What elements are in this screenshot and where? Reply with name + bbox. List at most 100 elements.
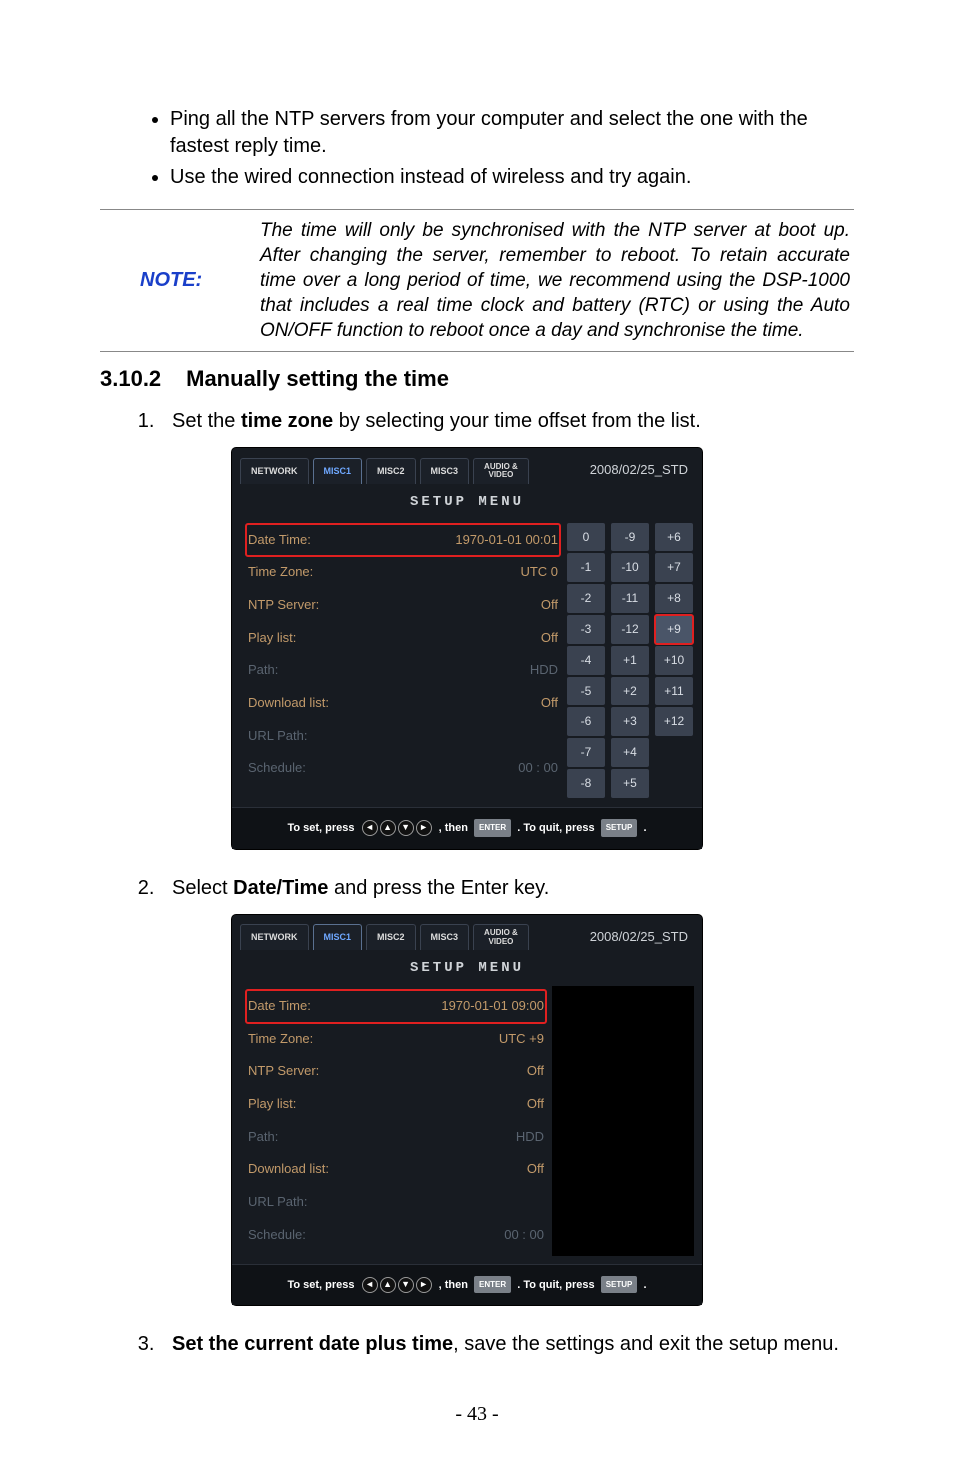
keycap-setup: SETUP: [601, 819, 638, 836]
tab-audio-video[interactable]: AUDIO & VIDEO: [473, 924, 529, 950]
row-ntp-server[interactable]: NTP Server: Off: [246, 589, 560, 622]
row-time-zone[interactable]: Time Zone: UTC +9: [246, 1023, 546, 1056]
row-value: Off: [527, 1059, 544, 1084]
row-date-time[interactable]: Date Time: 1970-01-01 00:01: [246, 524, 560, 557]
row-value: 1970-01-01 00:01: [455, 528, 558, 553]
tz-option[interactable]: -10: [611, 553, 649, 582]
help-bar: To set, press ◄ ▲ ▼ ► , then ENTER . To …: [232, 807, 702, 849]
section-heading: 3.10.2 Manually setting the time: [100, 366, 854, 392]
tab-network[interactable]: NETWORK: [240, 458, 309, 484]
tz-option[interactable]: -8: [567, 769, 605, 798]
bullet-list: Ping all the NTP servers from your compu…: [100, 106, 854, 191]
header-timestamp: 2008/02/25_STD: [584, 921, 694, 954]
step-2: Select Date/Time and press the Enter key…: [160, 869, 854, 1306]
row-time-zone[interactable]: Time Zone:UTC 0: [246, 556, 560, 589]
tz-option[interactable]: +2: [611, 677, 649, 706]
help-text: . To quit, press: [517, 822, 594, 834]
row-play-list[interactable]: Play list:Off: [246, 622, 560, 655]
row-schedule: Schedule:00 : 00: [246, 1219, 546, 1252]
tab-misc1[interactable]: MISC1: [313, 458, 363, 484]
step-text: by selecting your time offset from the l…: [333, 410, 701, 432]
row-value: HDD: [516, 1125, 544, 1150]
tz-option[interactable]: +3: [611, 707, 649, 736]
note-label: NOTE:: [100, 218, 260, 343]
tz-option[interactable]: 0: [567, 523, 605, 552]
tz-option[interactable]: +1: [611, 646, 649, 675]
tab-misc3[interactable]: MISC3: [420, 924, 470, 950]
row-label: NTP Server:: [248, 1059, 319, 1084]
tab-misc2[interactable]: MISC2: [366, 458, 416, 484]
row-label: Time Zone:: [248, 560, 313, 585]
row-download-list[interactable]: Download list:Off: [246, 687, 560, 720]
section-title: Manually setting the time: [186, 366, 449, 391]
row-label: NTP Server:: [248, 593, 319, 618]
step-1: Set the time zone by selecting your time…: [160, 402, 854, 848]
tz-option[interactable]: +4: [611, 738, 649, 767]
row-play-list[interactable]: Play list:Off: [246, 1088, 546, 1121]
row-value: UTC +9: [499, 1027, 544, 1052]
tab-audio-video[interactable]: AUDIO & VIDEO: [473, 458, 529, 484]
arrow-left-icon: ◄: [362, 1277, 378, 1293]
tz-option[interactable]: -12: [611, 615, 649, 644]
tz-option[interactable]: +10: [655, 646, 693, 675]
settings-rows: Date Time: 1970-01-01 00:01 Time Zone:UTC…: [240, 520, 566, 799]
help-text: To set, press: [287, 822, 354, 834]
row-label: Download list:: [248, 1157, 329, 1182]
row-value: Off: [541, 691, 558, 716]
arrow-icons: ◄ ▲ ▼ ►: [362, 1277, 432, 1293]
tz-option[interactable]: +7: [655, 553, 693, 582]
tz-col-1: 0 -1 -2 -3 -4 -5 -6 -7 -8: [566, 522, 606, 799]
arrow-up-icon: ▲: [380, 820, 396, 836]
step-3: Set the current date plus time, save the…: [160, 1325, 854, 1363]
tz-option[interactable]: -5: [567, 677, 605, 706]
step-text: and press the Enter key.: [328, 877, 549, 899]
tab-misc3[interactable]: MISC3: [420, 458, 470, 484]
tab-bar: NETWORK MISC1 MISC2 MISC3 AUDIO & VIDEO …: [232, 448, 702, 487]
empty-preview-area: [552, 986, 694, 1256]
step-bold: Date/Time: [233, 877, 328, 899]
row-url-path: URL Path:: [246, 1186, 546, 1219]
tz-option-selected[interactable]: +9: [655, 615, 693, 644]
tz-option[interactable]: -7: [567, 738, 605, 767]
tab-network[interactable]: NETWORK: [240, 924, 309, 950]
step-text: , save the settings and exit the setup m…: [453, 1333, 839, 1355]
tz-option[interactable]: +6: [655, 523, 693, 552]
row-ntp-server[interactable]: NTP Server: Off: [246, 1055, 546, 1088]
tab-misc2[interactable]: MISC2: [366, 924, 416, 950]
tz-col-2: -9 -10 -11 -12 +1 +2 +3 +4 +5: [610, 522, 650, 799]
help-text: , then: [439, 822, 468, 834]
tz-option[interactable]: +12: [655, 707, 693, 736]
step-text: Set the: [172, 410, 241, 432]
row-label: Date Time:: [248, 994, 311, 1019]
menu-title: SETUP MENU: [232, 955, 702, 982]
screenshot-setup-menu-1: NETWORK MISC1 MISC2 MISC3 AUDIO & VIDEO …: [232, 448, 702, 848]
row-date-time[interactable]: Date Time:1970-01-01 09:00: [246, 990, 546, 1023]
tz-option[interactable]: -3: [567, 615, 605, 644]
tz-option[interactable]: +8: [655, 584, 693, 613]
page-number: - 43 -: [100, 1403, 854, 1426]
row-label: Schedule:: [248, 756, 306, 781]
tz-option[interactable]: +5: [611, 769, 649, 798]
row-label: URL Path:: [248, 1190, 308, 1215]
row-url-path: URL Path:: [246, 720, 560, 753]
row-label: Time Zone:: [248, 1027, 313, 1052]
tz-option[interactable]: +11: [655, 677, 693, 706]
settings-rows: Date Time:1970-01-01 09:00 Time Zone: UTC…: [240, 986, 552, 1256]
help-text: . To quit, press: [517, 1279, 594, 1291]
arrow-right-icon: ►: [416, 820, 432, 836]
tz-option[interactable]: -6: [567, 707, 605, 736]
tz-option[interactable]: -2: [567, 584, 605, 613]
tz-option[interactable]: -4: [567, 646, 605, 675]
tab-bar: NETWORK MISC1 MISC2 MISC3 AUDIO & VIDEO …: [232, 915, 702, 954]
tz-option[interactable]: -11: [611, 584, 649, 613]
row-download-list[interactable]: Download list:Off: [246, 1153, 546, 1186]
tab-misc1[interactable]: MISC1: [313, 924, 363, 950]
tz-option[interactable]: -1: [567, 553, 605, 582]
help-text: .: [643, 1279, 646, 1291]
row-label: Schedule:: [248, 1223, 306, 1248]
row-value: Off: [541, 593, 558, 618]
tz-option[interactable]: -9: [611, 523, 649, 552]
row-label: Date Time:: [248, 528, 311, 553]
bullet-text: Ping all the NTP servers from your compu…: [170, 108, 808, 157]
arrow-down-icon: ▼: [398, 820, 414, 836]
